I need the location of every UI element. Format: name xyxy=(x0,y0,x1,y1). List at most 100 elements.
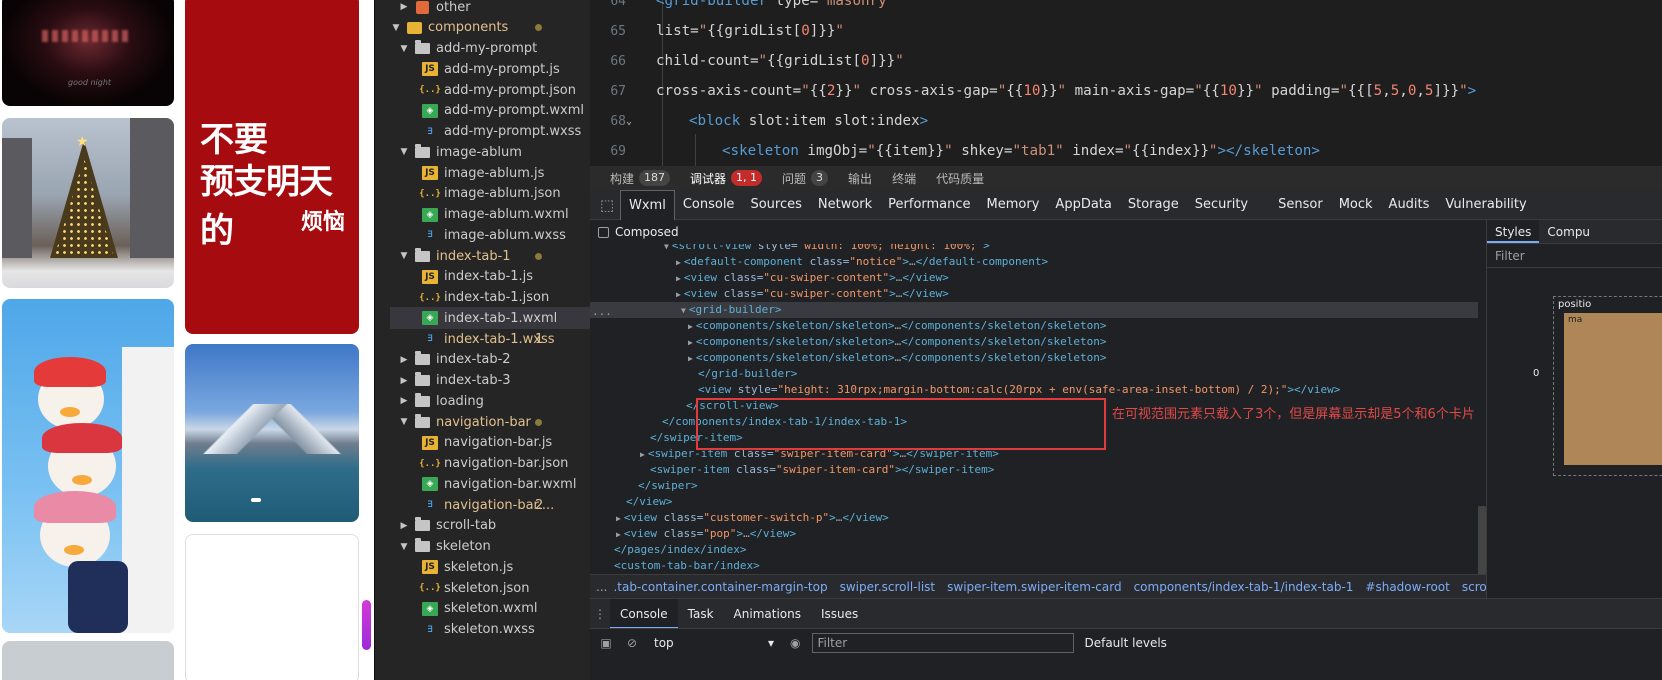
file-tree-item[interactable]: {..} add-my-prompt.json xyxy=(390,79,590,101)
more-actions-icon[interactable]: ··· xyxy=(592,308,612,321)
breadcrumb-item[interactable]: scroll-view xyxy=(1462,580,1486,594)
file-tree-item[interactable]: ▶ index-tab-2 xyxy=(390,349,590,371)
breadcrumb-item[interactable]: components/index-tab-1/index-tab-1 xyxy=(1134,580,1354,594)
devtools-tab-performance[interactable]: Performance xyxy=(880,190,978,220)
code-line[interactable]: 65 list="{{gridList[0]}}" xyxy=(590,16,1662,46)
expand-down-icon[interactable]: ▼ xyxy=(664,244,669,251)
panel-tab[interactable]: 问题 3 xyxy=(782,170,829,187)
file-tree-item[interactable]: ∃ skeleton.wxss xyxy=(390,619,590,641)
file-tree-item[interactable]: ▶ other xyxy=(390,0,590,18)
breadcrumb-item[interactable]: swiper.scroll-list xyxy=(840,580,936,594)
expand-right-icon[interactable]: ▶ xyxy=(688,322,693,331)
context-selector[interactable]: top ▾ xyxy=(654,636,774,650)
chevron-right-icon[interactable]: ▶ xyxy=(398,355,410,365)
file-tree-item[interactable]: ▼ skeleton xyxy=(390,536,590,558)
loading-placeholder-card[interactable] xyxy=(185,534,359,680)
expand-right-icon[interactable]: ▶ xyxy=(688,354,693,363)
file-tree-item[interactable]: ∃ index-tab-1.wxss 1 xyxy=(390,328,590,350)
file-tree-item[interactable]: ▼ add-my-prompt xyxy=(390,38,590,60)
clear-console-icon[interactable]: ⊘ xyxy=(622,636,642,650)
devtools-tab-security[interactable]: Security xyxy=(1187,190,1256,220)
devtools-tab-network[interactable]: Network xyxy=(810,190,880,220)
expand-right-icon[interactable]: ▶ xyxy=(676,274,681,283)
breadcrumb-item[interactable]: .tab-container.container-margin-top xyxy=(613,580,827,594)
file-tree-item[interactable]: {..} navigation-bar.json xyxy=(390,453,590,475)
devtools-tab-sensor[interactable]: Sensor xyxy=(1270,190,1331,220)
expand-down-icon[interactable]: ▼ xyxy=(681,306,686,315)
panel-tab[interactable]: 调试器 1, 1 xyxy=(690,170,763,187)
drawer-tab-task[interactable]: Task xyxy=(678,599,724,629)
duck-plush-image-card[interactable] xyxy=(2,299,174,633)
code-line[interactable]: 66 child-count="{{gridList[0]}}" xyxy=(590,46,1662,76)
file-tree-item[interactable]: ◈ skeleton.wxml xyxy=(390,598,590,620)
code-line[interactable]: 64 <grid-builder type="masonry" xyxy=(590,0,1662,16)
file-tree-item[interactable]: ▶ loading xyxy=(390,390,590,412)
file-tree-item[interactable]: {..} index-tab-1.json xyxy=(390,287,590,309)
mountain-lake-image-card[interactable] xyxy=(185,344,359,522)
file-tree-item[interactable]: {..} image-ablum.json xyxy=(390,183,590,205)
file-tree-item[interactable]: ◈ navigation-bar.wxml xyxy=(390,473,590,495)
expand-right-icon[interactable]: ▶ xyxy=(640,450,645,459)
drawer-tab-animations[interactable]: Animations xyxy=(724,599,811,629)
drawer-tab-console[interactable]: Console xyxy=(610,598,678,629)
chevron-right-icon[interactable]: ▶ xyxy=(398,376,410,386)
chevron-down-icon[interactable]: ▼ xyxy=(398,251,410,261)
file-tree-item[interactable]: ∃ image-ablum.wxss xyxy=(390,224,590,246)
file-tree-item[interactable]: ∃ navigation-bar.... 2 xyxy=(390,494,590,516)
christmas-tree-image-card[interactable]: ★ xyxy=(2,118,174,288)
devtools-tab-wxml[interactable]: Wxml xyxy=(620,189,675,220)
styles-tab[interactable]: Compu xyxy=(1539,220,1598,243)
code-line[interactable]: 68 ⌄ <block slot:item slot:index> xyxy=(590,106,1662,136)
drawer-tab-issues[interactable]: Issues xyxy=(811,599,868,629)
chevron-right-icon[interactable]: ▶ xyxy=(398,521,410,531)
panel-tab[interactable]: 构建 187 xyxy=(610,170,671,187)
file-tree-item[interactable]: ∃ add-my-prompt.wxss xyxy=(390,121,590,143)
devtools-tab-audits[interactable]: Audits xyxy=(1381,190,1438,220)
file-tree-item[interactable]: ▼ index-tab-1 xyxy=(390,245,590,267)
expand-right-icon[interactable]: ▶ xyxy=(676,258,681,267)
devtools-tab-storage[interactable]: Storage xyxy=(1120,190,1187,220)
simulator-scrollbar[interactable] xyxy=(362,600,371,650)
chevron-down-icon[interactable]: ▼ xyxy=(398,542,410,552)
styles-tab[interactable]: Styles xyxy=(1487,220,1540,243)
code-line[interactable]: 67 cross-axis-count="{{2}}" cross-axis-ga… xyxy=(590,76,1662,106)
night-sea-image-card[interactable]: good night xyxy=(2,0,174,106)
breadcrumb-item[interactable]: #shadow-root xyxy=(1365,580,1449,594)
devtools-tab-memory[interactable]: Memory xyxy=(979,190,1048,220)
file-tree-item[interactable]: JS index-tab-1.js xyxy=(390,266,590,288)
file-tree-item[interactable]: ◈ image-ablum.wxml xyxy=(390,204,590,226)
panel-tab[interactable]: 输出 xyxy=(848,170,872,187)
panel-tab[interactable]: 代码质量 xyxy=(936,170,984,187)
log-levels-dropdown[interactable]: Default levels xyxy=(1084,636,1166,650)
console-filter-input[interactable]: Filter xyxy=(812,632,1075,653)
chevron-down-icon[interactable]: ▼ xyxy=(398,44,410,54)
file-tree-item[interactable]: JS skeleton.js xyxy=(390,556,590,578)
chevron-down-icon[interactable]: ▼ xyxy=(398,417,410,427)
dom-node-line[interactable]: ▼ <grid-builder> xyxy=(590,302,1478,318)
devtools-tab-mock[interactable]: Mock xyxy=(1331,190,1381,220)
code-editor[interactable]: 64 <grid-builder type="masonry" 65 list="{{… xyxy=(590,0,1662,166)
simulator-divider[interactable] xyxy=(374,0,390,680)
expand-right-icon[interactable]: ▶ xyxy=(688,338,693,347)
file-tree-item[interactable]: {..} skeleton.json xyxy=(390,577,590,599)
devtools-tab-console[interactable]: Console xyxy=(675,190,743,220)
chevron-down-icon[interactable]: ▼ xyxy=(398,147,410,157)
fold-chevron-icon[interactable]: ⌄ xyxy=(626,116,632,127)
styles-filter-input[interactable]: Filter xyxy=(1487,244,1662,268)
expand-right-icon[interactable]: ▶ xyxy=(676,290,681,299)
breadcrumb-overflow-icon[interactable]: ... xyxy=(596,580,607,594)
devtools-tab-appdata[interactable]: AppData xyxy=(1047,190,1119,220)
drawer-menu-icon[interactable]: ⋮ xyxy=(590,607,610,621)
eye-icon[interactable]: ◉ xyxy=(790,636,800,650)
devtools-tab-vulnerability[interactable]: Vulnerability xyxy=(1437,190,1534,220)
partial-image-card[interactable] xyxy=(2,641,174,680)
file-tree-item[interactable]: ◈ index-tab-1.wxml xyxy=(390,307,590,330)
red-quote-image-card[interactable]: 不要 预支明天的 烦恼 xyxy=(185,0,359,334)
chevron-down-icon[interactable]: ▼ xyxy=(390,23,402,33)
code-line[interactable]: 69 <skeleton imgObj="{{item}}" shkey="tab… xyxy=(590,136,1662,166)
file-tree-item[interactable]: ▼ navigation-bar xyxy=(390,411,590,433)
expand-right-icon[interactable]: ▶ xyxy=(616,530,621,539)
composed-checkbox[interactable] xyxy=(598,226,609,238)
chevron-right-icon[interactable]: ▶ xyxy=(398,2,410,12)
file-tree-item[interactable]: ▼ image-ablum xyxy=(390,141,590,163)
